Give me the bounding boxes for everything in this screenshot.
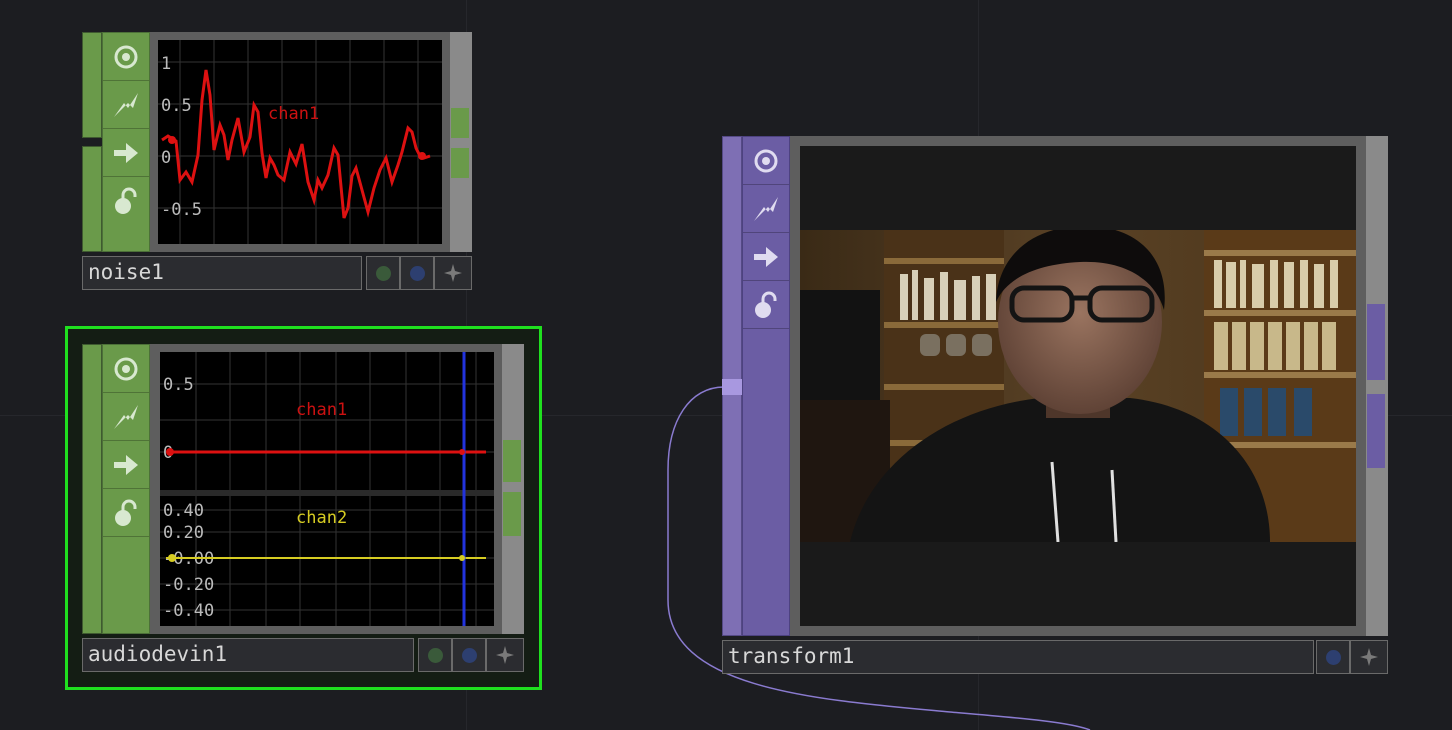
bypass-button[interactable]: [103, 81, 149, 129]
audiodevin1-chop-viewer[interactable]: 0.5 0 chan1 0.40 0.20 -0.00 -0.20 -0.40 …: [160, 352, 494, 626]
y-tick-label: -0.20: [163, 575, 214, 595]
node-right-edge: [1366, 136, 1388, 636]
export-icon: [114, 454, 138, 475]
viewer-toggle-button[interactable]: [103, 33, 149, 81]
transform1-node[interactable]: transform1: [722, 136, 1388, 674]
input-connector[interactable]: [82, 146, 102, 252]
viewer-icon: [754, 149, 778, 172]
channel-divider: [160, 490, 494, 496]
lock-button[interactable]: [103, 177, 149, 225]
bypass-icon: [754, 196, 778, 221]
node-right-edge: [502, 344, 524, 634]
y-tick-label: 0.40: [163, 501, 204, 521]
display-flag-button[interactable]: [418, 638, 452, 672]
export-icon: [754, 246, 778, 267]
bypass-icon: [114, 92, 138, 117]
lock-button[interactable]: [743, 281, 789, 329]
add-button[interactable]: [486, 638, 524, 672]
bypass-icon: [114, 404, 138, 429]
add-button[interactable]: [434, 256, 472, 290]
channel-label: chan1: [268, 104, 319, 124]
bypass-button[interactable]: [743, 185, 789, 233]
noise1-node[interactable]: 1 0.5 0 -0.5 chan1 noise1: [82, 32, 472, 290]
bypass-button[interactable]: [103, 393, 149, 441]
render-flag-button[interactable]: [400, 256, 434, 290]
viewer-toggle-button[interactable]: [103, 345, 149, 393]
lock-icon: [755, 291, 777, 318]
y-tick-label: 0.5: [161, 96, 192, 116]
export-button[interactable]: [103, 441, 149, 489]
output-connector[interactable]: [503, 492, 521, 536]
node-right-edge: [450, 32, 472, 252]
viewer-toggle-button[interactable]: [743, 137, 789, 185]
render-flag-icon: [1325, 649, 1341, 665]
input-wire-dot[interactable]: [722, 379, 742, 395]
y-tick-label: 0: [161, 148, 171, 168]
render-flag-button[interactable]: [452, 638, 486, 672]
lock-icon: [115, 499, 137, 526]
display-flag-button[interactable]: [366, 256, 400, 290]
node-sidebar: [102, 32, 150, 252]
output-connector[interactable]: [1367, 394, 1385, 468]
y-tick-label: 1: [161, 54, 171, 74]
y-tick-label: -0.5: [161, 200, 202, 220]
output-connector[interactable]: [503, 440, 521, 482]
viewer-icon: [114, 45, 138, 68]
audiodevin1-node[interactable]: 0.5 0 chan1 0.40 0.20 -0.00 -0.20 -0.40 …: [82, 344, 524, 674]
lock-button[interactable]: [103, 489, 149, 537]
input-connector[interactable]: [82, 32, 102, 138]
export-button[interactable]: [743, 233, 789, 281]
add-button[interactable]: [1350, 640, 1388, 674]
y-tick-label: 0.20: [163, 523, 204, 543]
add-icon: [444, 264, 462, 282]
export-button[interactable]: [103, 129, 149, 177]
export-icon: [114, 142, 138, 163]
y-tick-label: -0.40: [163, 601, 214, 621]
output-connector[interactable]: [451, 148, 469, 178]
lock-icon: [115, 187, 137, 214]
display-flag-icon: [427, 647, 443, 663]
display-flag-icon: [375, 265, 391, 281]
render-flag-button[interactable]: [1316, 640, 1350, 674]
add-icon: [496, 646, 514, 664]
node-name-label[interactable]: noise1: [82, 256, 362, 290]
node-sidebar: [102, 344, 150, 634]
node-sidebar: [742, 136, 790, 636]
output-connector[interactable]: [451, 108, 469, 138]
top-viewer-panel[interactable]: [800, 146, 1356, 626]
node-name-label[interactable]: transform1: [722, 640, 1314, 674]
add-icon: [1360, 648, 1378, 666]
webcam-image: [800, 230, 1356, 542]
node-name-label[interactable]: audiodevin1: [82, 638, 414, 672]
render-flag-icon: [409, 265, 425, 281]
noise1-chop-viewer[interactable]: 1 0.5 0 -0.5 chan1: [158, 40, 442, 244]
channel-label: chan1: [296, 400, 347, 420]
render-flag-icon: [461, 647, 477, 663]
y-tick-label: 0.5: [163, 375, 194, 395]
channel-label: chan2: [296, 508, 347, 528]
viewer-icon: [114, 357, 138, 380]
input-connector[interactable]: [82, 344, 102, 634]
output-connector[interactable]: [1367, 304, 1385, 380]
